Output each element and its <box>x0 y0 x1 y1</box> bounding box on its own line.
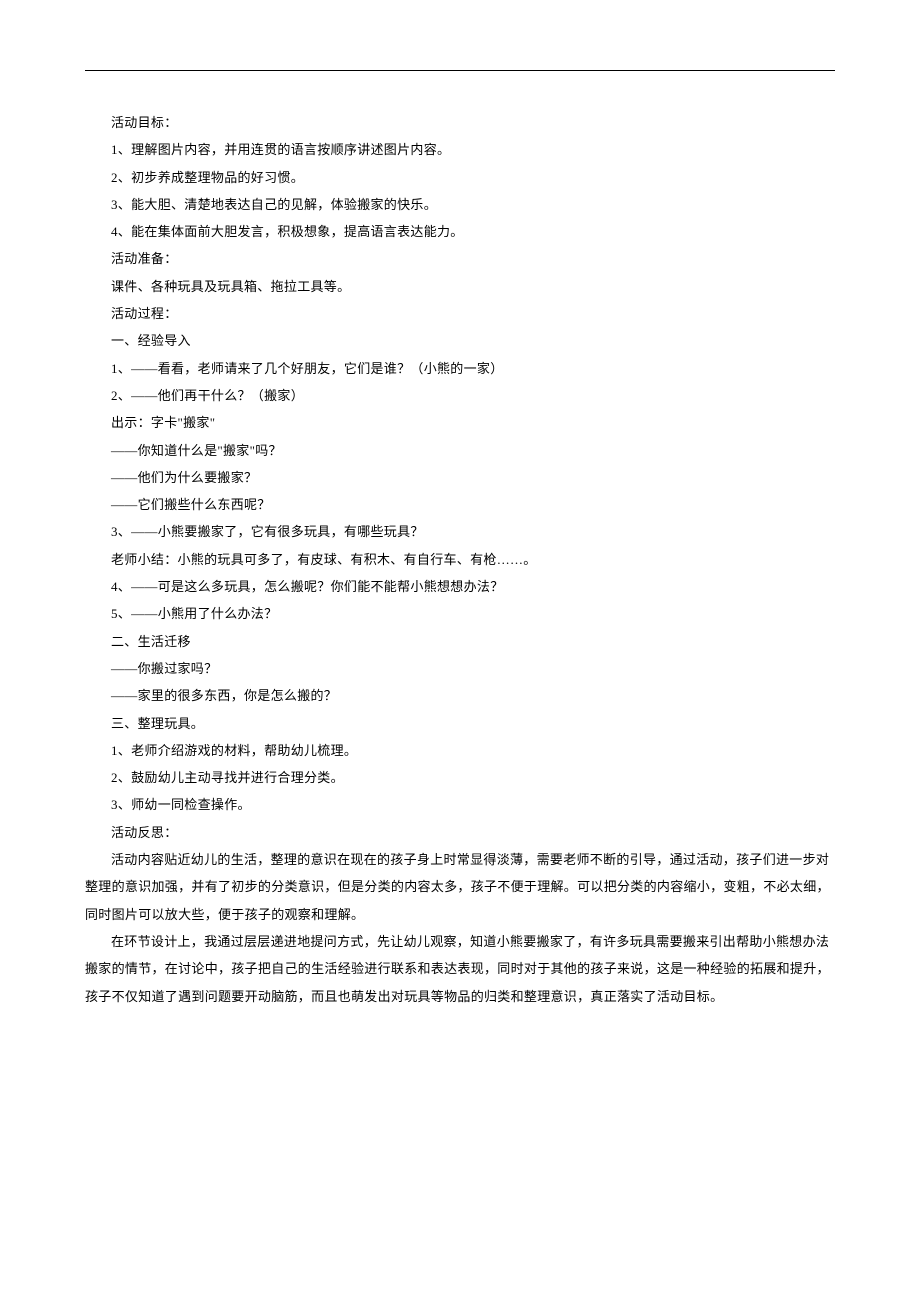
document-content: 活动目标： 1、理解图片内容，并用连贯的语言按顺序讲述图片内容。 2、初步养成整… <box>85 109 835 1010</box>
text-line: 3、师幼一同检查操作。 <box>85 791 835 818</box>
text-line: ——它们搬些什么东西呢？ <box>85 491 835 518</box>
text-line: 2、鼓励幼儿主动寻找并进行合理分类。 <box>85 764 835 791</box>
text-line: 活动反思： <box>85 819 835 846</box>
text-line: 4、能在集体面前大胆发言，积极想象，提高语言表达能力。 <box>85 218 835 245</box>
horizontal-divider <box>85 70 835 71</box>
text-line: 二、生活迁移 <box>85 628 835 655</box>
text-paragraph: 活动内容贴近幼儿的生活，整理的意识在现在的孩子身上时常显得淡薄，需要老师不断的引… <box>85 846 835 928</box>
text-line: 1、——看看，老师请来了几个好朋友，它们是谁？（小熊的一家） <box>85 355 835 382</box>
text-line: 4、——可是这么多玩具，怎么搬呢？你们能不能帮小熊想想办法？ <box>85 573 835 600</box>
text-line: 活动目标： <box>85 109 835 136</box>
text-line: 3、——小熊要搬家了，它有很多玩具，有哪些玩具？ <box>85 518 835 545</box>
text-paragraph: 在环节设计上，我通过层层递进地提问方式，先让幼儿观察，知道小熊要搬家了，有许多玩… <box>85 928 835 1010</box>
text-line: 1、理解图片内容，并用连贯的语言按顺序讲述图片内容。 <box>85 136 835 163</box>
text-line: 1、老师介绍游戏的材料，帮助幼儿梳理。 <box>85 737 835 764</box>
text-line: 课件、各种玩具及玩具箱、拖拉工具等。 <box>85 273 835 300</box>
text-line: 老师小结：小熊的玩具可多了，有皮球、有积木、有自行车、有枪……。 <box>85 546 835 573</box>
text-line: 3、能大胆、清楚地表达自己的见解，体验搬家的快乐。 <box>85 191 835 218</box>
text-line: 出示：字卡"搬家" <box>85 409 835 436</box>
text-line: 三、整理玩具。 <box>85 710 835 737</box>
text-line: 2、——他们再干什么？（搬家） <box>85 382 835 409</box>
text-line: 一、经验导入 <box>85 327 835 354</box>
text-line: ——你知道什么是"搬家"吗？ <box>85 437 835 464</box>
text-line: ——你搬过家吗？ <box>85 655 835 682</box>
text-line: 活动准备： <box>85 245 835 272</box>
text-line: 2、初步养成整理物品的好习惯。 <box>85 164 835 191</box>
text-line: 5、——小熊用了什么办法？ <box>85 600 835 627</box>
text-line: ——他们为什么要搬家？ <box>85 464 835 491</box>
text-line: ——家里的很多东西，你是怎么搬的？ <box>85 682 835 709</box>
text-line: 活动过程： <box>85 300 835 327</box>
